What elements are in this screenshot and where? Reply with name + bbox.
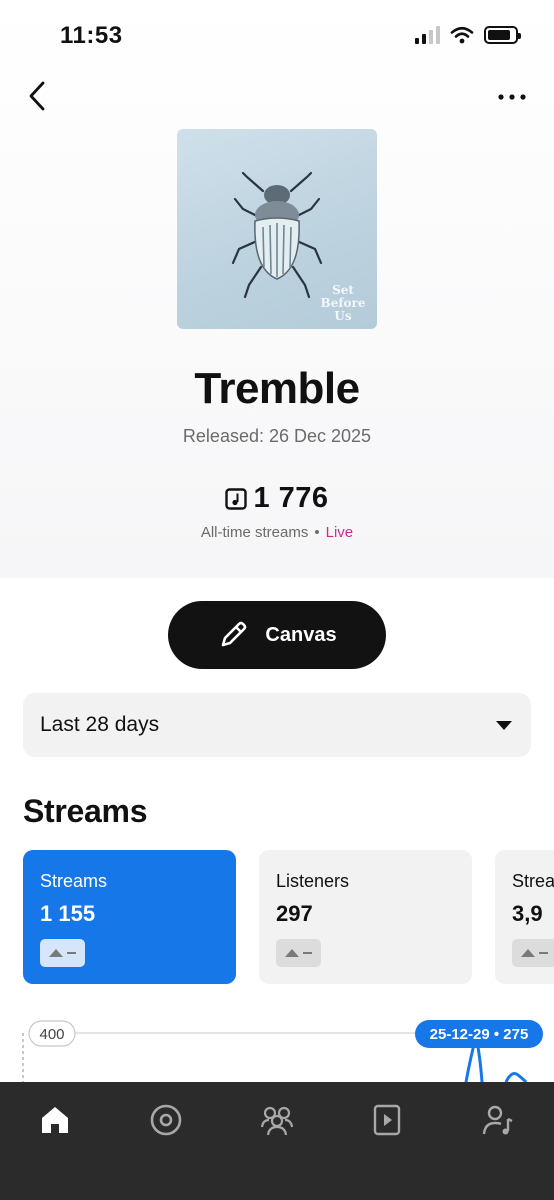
live-label: Live <box>325 524 354 541</box>
chevron-left-icon <box>29 81 45 111</box>
status-icons <box>415 26 521 44</box>
all-time-streams-value: 1 776 <box>253 482 329 514</box>
artist-profile-icon <box>482 1105 513 1135</box>
status-time: 11:53 <box>60 22 123 49</box>
release-date: Released: 26 Dec 2025 <box>182 426 372 446</box>
back-button[interactable] <box>20 78 54 114</box>
nav-music[interactable] <box>146 1100 186 1140</box>
cover-artwork-text: Set Before Us <box>320 283 366 323</box>
nav-profile[interactable] <box>478 1100 518 1140</box>
trend-triangle-icon <box>521 949 535 957</box>
metric-card-value: 297 <box>276 901 313 926</box>
nav-canvas-video[interactable] <box>367 1100 407 1140</box>
metric-card-label: Listeners <box>276 871 350 891</box>
metric-card-label: Strea <box>512 871 554 891</box>
separator-dot: • <box>314 524 320 541</box>
trend-dash-icon <box>539 952 548 954</box>
metric-card-value: 3,9 <box>512 901 543 926</box>
album-cover: Set Before Us <box>177 129 377 329</box>
streams-chart[interactable]: 400 25-12-29 • 275 <box>0 1015 554 1082</box>
track-title: Tremble <box>194 364 360 413</box>
streams-chart-svg: 400 25-12-29 • 275 <box>22 1020 543 1082</box>
y-tick-label: 400 <box>39 1026 64 1043</box>
metric-card-streams-per-listener[interactable]: Strea 3,9 <box>495 850 554 984</box>
nav-home[interactable] <box>35 1100 75 1140</box>
streams-section-title: Streams <box>23 793 148 829</box>
trend-triangle-icon <box>285 949 299 957</box>
caret-down-icon <box>496 721 512 730</box>
metric-card-label: Streams <box>40 871 108 891</box>
wifi-icon <box>450 26 474 44</box>
metric-card-listeners[interactable]: Listeners 297 <box>259 850 472 984</box>
metric-card-value: 1 155 <box>40 901 96 926</box>
video-play-icon <box>373 1104 401 1136</box>
date-range-value: Last 28 days <box>40 713 160 736</box>
status-bar: 11:53 <box>0 0 554 70</box>
canvas-button-label: Canvas <box>265 623 337 646</box>
bottom-navigation <box>0 1082 554 1200</box>
trend-dash-icon <box>303 952 312 954</box>
trend-badge <box>40 939 85 967</box>
trend-badge <box>276 939 321 967</box>
music-note-square-icon <box>225 487 248 510</box>
metric-card-streams[interactable]: Streams 1 155 <box>23 850 236 984</box>
trend-triangle-icon <box>49 949 63 957</box>
home-icon <box>42 1107 68 1133</box>
more-options-button[interactable] <box>492 82 532 112</box>
cellular-signal-icon <box>415 26 440 44</box>
tooltip-label: 25-12-29 • 275 <box>430 1026 529 1043</box>
all-time-streams-label: All-time streams <box>200 524 309 541</box>
more-horizontal-icon <box>498 94 526 100</box>
trend-badge <box>512 939 554 967</box>
pencil-icon <box>222 621 247 647</box>
metric-cards: Streams 1 155 Listeners 297 Strea 3,9 <box>23 850 554 984</box>
nav-audience[interactable] <box>257 1100 297 1140</box>
disc-icon <box>150 1104 182 1136</box>
all-time-streams: 1 776 <box>0 482 554 515</box>
audience-icon <box>260 1106 294 1136</box>
battery-icon <box>484 26 521 44</box>
all-time-streams-caption: All-time streams • Live <box>0 524 554 541</box>
trend-dash-icon <box>67 952 76 954</box>
date-range-select[interactable]: Last 28 days <box>23 693 531 757</box>
canvas-button[interactable]: Canvas <box>168 601 386 669</box>
